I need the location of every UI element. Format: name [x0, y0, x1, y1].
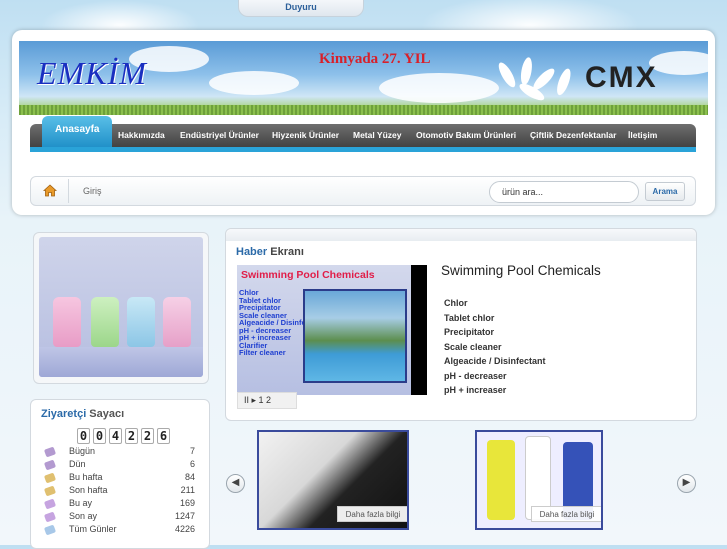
stat-row: Tüm Günler 4226	[43, 524, 195, 537]
counter-digit: 6	[157, 428, 170, 444]
tag-icon	[43, 446, 57, 458]
carousel-item[interactable]: Daha fazla bilgi	[257, 430, 409, 530]
tag-icon	[43, 524, 57, 536]
stat-row: Son hafta 211	[43, 485, 195, 498]
carousel-item[interactable]: Daha fazla bilgi	[475, 430, 603, 530]
news-item: Scale cleaner	[444, 341, 502, 352]
chevron-right-icon[interactable]: ▶	[677, 474, 696, 493]
breadcrumb: Giriş Arama	[30, 176, 696, 206]
breadcrumb-current: Giriş	[83, 186, 102, 196]
news-item: Chlor	[444, 298, 468, 308]
news-panel: Haber Ekranı Swimming Pool Chemicals Chl…	[225, 228, 697, 421]
news-header: Haber Ekranı	[236, 246, 304, 258]
soap-products-image	[39, 237, 203, 377]
more-info-link[interactable]: Daha fazla bilgi	[531, 506, 601, 522]
search-input[interactable]	[489, 181, 639, 203]
home-icon[interactable]	[43, 184, 57, 197]
stat-row: Bu ay 169	[43, 498, 195, 511]
nav-home[interactable]: Anasayfa	[42, 116, 113, 148]
stat-row: Son ay 1247	[43, 511, 195, 524]
news-item-list: Chlor Tablet chlor Precipitator Scale cl…	[444, 296, 546, 398]
tag-icon	[43, 498, 57, 510]
slide-title: Swimming Pool Chemicals	[241, 269, 375, 281]
news-item: pH - decreaser	[444, 370, 507, 381]
slogan: Kimyada 27. YIL	[319, 51, 431, 67]
news-item: pH + increaser	[444, 385, 507, 395]
product-image-box[interactable]	[33, 232, 209, 384]
news-item: Algeacide / Disinfectant	[444, 356, 546, 366]
counter-digit: 4	[109, 428, 122, 444]
visitor-counter: Ziyaretçi Sayacı 0 0 4 2 2 6 Bügün 7 Dün 6…	[30, 399, 210, 549]
news-title[interactable]: Swimming Pool Chemicals	[441, 263, 601, 278]
counter-digits: 0 0 4 2 2 6	[77, 428, 170, 444]
tag-icon	[43, 485, 57, 497]
counter-digit: 0	[77, 428, 90, 444]
tag-icon	[43, 511, 57, 523]
header-banner: EMKİM Kimyada 27. YIL CMX	[19, 41, 708, 115]
site-logo[interactable]: EMKİM	[37, 55, 147, 92]
nav-accent-bar	[30, 147, 696, 152]
brand-logo: CMX	[585, 61, 658, 94]
more-info-link[interactable]: Daha fazla bilgi	[337, 506, 407, 522]
tag-icon	[43, 472, 57, 484]
search-button[interactable]: Arama	[645, 182, 685, 201]
news-item: Precipitator	[444, 327, 495, 337]
stat-row: Dün 6	[43, 459, 195, 472]
counter-digit: 2	[125, 428, 138, 444]
stat-row: Bu hafta 84	[43, 472, 195, 485]
news-item: Tablet chlor	[444, 312, 495, 323]
slide-pager[interactable]: II ▸ 1 2	[237, 392, 297, 409]
counter-digit: 0	[93, 428, 106, 444]
chevron-left-icon[interactable]: ◀	[226, 474, 245, 493]
announcement-tab[interactable]: Duyuru	[238, 0, 364, 17]
counter-digit: 2	[141, 428, 154, 444]
tag-icon	[43, 459, 57, 471]
counter-title: Ziyaretçi Sayacı	[41, 408, 125, 420]
news-slide[interactable]: Swimming Pool Chemicals Chlor Tablet chlo…	[237, 265, 411, 395]
stat-row: Bügün 7	[43, 446, 195, 459]
pool-image	[303, 289, 407, 383]
counter-stats: Bügün 7 Dün 6 Bu hafta 84 Son hafta 211 Bu a…	[43, 446, 195, 537]
